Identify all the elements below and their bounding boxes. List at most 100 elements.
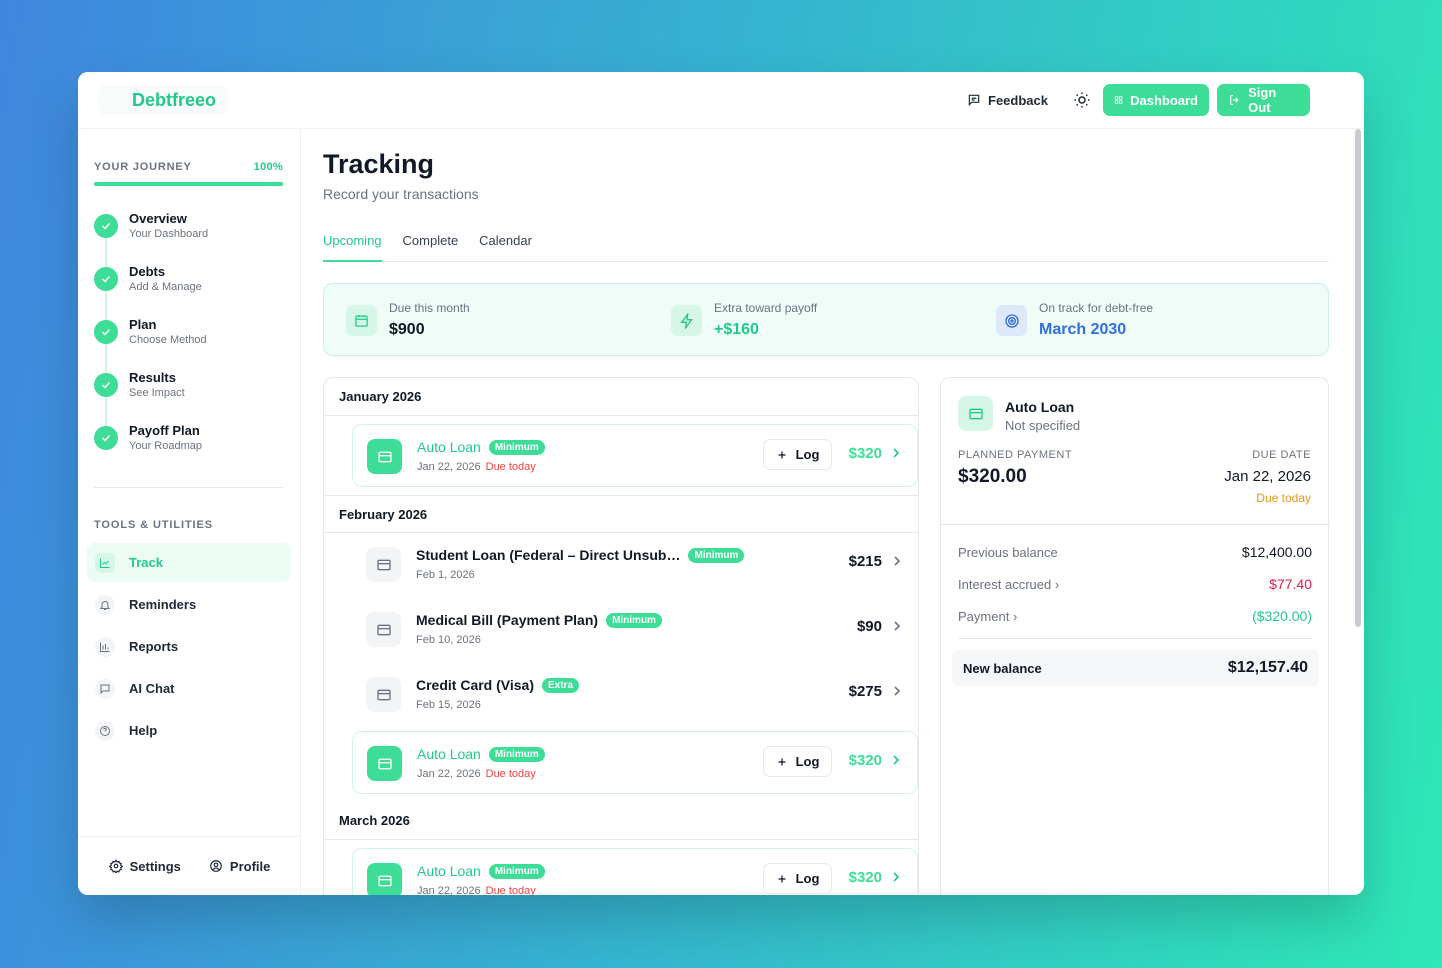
log-button[interactable]: Log — [763, 746, 832, 777]
settings-button[interactable]: Settings — [108, 858, 181, 874]
item-amount: $320 — [848, 752, 882, 769]
brand-logo[interactable]: Debtfreeo — [98, 85, 229, 115]
log-label: Log — [795, 871, 820, 886]
main-content: Tracking Record your transactions Upcomi… — [323, 129, 1330, 895]
step-payoff-plan[interactable]: Payoff Plan Your Roadmap — [94, 423, 284, 476]
list-item[interactable]: Credit Card (Visa) Extra Feb 15, 2026 $27… — [352, 663, 918, 728]
summary-label: Due this month — [389, 301, 470, 315]
item-name: Medical Bill (Payment Plan) — [416, 612, 599, 628]
step-plan[interactable]: Plan Choose Method — [94, 317, 284, 370]
item-date: Feb 10, 2026 — [416, 634, 481, 646]
tab-bar: Upcoming Complete Calendar — [323, 233, 1329, 262]
list-item[interactable]: Student Loan (Federal – Direct Unsub… Min… — [352, 533, 918, 598]
dashboard-button[interactable]: Dashboard — [1103, 84, 1209, 116]
item-date: Jan 22, 2026 — [417, 768, 481, 780]
row-label: New balance — [963, 660, 1042, 676]
month-header: January 2026 — [324, 378, 918, 416]
step-subtitle: Add & Manage — [129, 281, 202, 293]
sun-icon[interactable] — [1073, 91, 1091, 109]
list-item[interactable]: Auto Loan Minimum Jan 22, 2026 Due today L… — [352, 731, 918, 794]
check-icon — [94, 320, 118, 344]
tab-upcoming[interactable]: Upcoming — [323, 233, 382, 262]
vertical-scrollbar[interactable] — [1354, 129, 1362, 895]
due-status: Due today — [1256, 491, 1311, 505]
profile-button[interactable]: Profile — [209, 859, 270, 874]
calendar-icon — [346, 305, 377, 336]
sidebar-footer: Settings Profile — [78, 836, 301, 895]
message-icon — [968, 94, 980, 107]
row-label: Interest accrued › — [958, 577, 1059, 592]
due-status: Due today — [485, 768, 536, 780]
summary-label: Extra toward payoff — [714, 301, 818, 315]
help-circle-icon — [95, 720, 115, 741]
tab-complete[interactable]: Complete — [403, 233, 459, 262]
row-value: $77.40 — [1269, 576, 1312, 592]
check-icon — [94, 373, 118, 397]
sign-out-button[interactable]: Sign Out — [1217, 84, 1310, 116]
step-title: Payoff Plan — [129, 423, 200, 438]
previous-balance-row: Previous balance $12,400.00 — [958, 544, 1312, 560]
log-button[interactable]: Log — [763, 863, 832, 894]
sidebar-item-track[interactable]: Track — [87, 543, 291, 582]
badge: Minimum — [688, 547, 745, 563]
summary-value: $900 — [389, 321, 425, 338]
sidebar-item-help[interactable]: Help — [87, 711, 291, 750]
page-subtitle: Record your transactions — [323, 186, 479, 202]
sidebar-divider — [94, 487, 283, 488]
bell-icon — [95, 594, 115, 615]
settings-label: Settings — [129, 858, 181, 874]
step-title: Results — [129, 370, 176, 385]
card-icon — [366, 547, 401, 582]
sidebar-item-reminders[interactable]: Reminders — [87, 585, 291, 624]
scrollbar-thumb[interactable] — [1355, 129, 1361, 627]
chevron-right-icon[interactable] — [891, 753, 901, 767]
summary-label: On track for debt-free — [1039, 301, 1154, 315]
sidebar-item-reports[interactable]: Reports — [87, 627, 291, 666]
list-item[interactable]: Auto Loan Minimum Jan 22, 2026 Due today L… — [352, 848, 918, 895]
chat-icon — [95, 678, 115, 699]
step-subtitle: Choose Method — [129, 334, 207, 346]
badge: Minimum — [606, 612, 662, 628]
badge: Minimum — [488, 746, 545, 762]
summary-value: March 2030 — [1039, 321, 1127, 338]
chevron-right-icon[interactable] — [891, 446, 901, 460]
journey-percent: 100% — [253, 161, 283, 173]
chevron-right-icon[interactable] — [892, 684, 902, 698]
month-header: March 2026 — [324, 802, 918, 840]
tools-title: TOOLS & UTILITIES — [94, 519, 213, 531]
interest-accrued-row[interactable]: Interest accrued › $77.40 — [958, 576, 1312, 592]
chevron-right-icon[interactable] — [892, 554, 902, 568]
journey-progress-fill — [94, 182, 283, 186]
step-debts[interactable]: Debts Add & Manage — [94, 264, 284, 317]
chevron-right-icon[interactable] — [892, 619, 902, 633]
logout-icon — [1230, 95, 1239, 105]
detail-name: Auto Loan — [1005, 399, 1075, 415]
payment-row[interactable]: Payment › ($320.00) — [958, 608, 1312, 624]
summary-card: Due this month $900 Extra toward payoff +$… — [323, 283, 1329, 356]
gear-icon — [108, 859, 123, 873]
journey-header: YOUR JOURNEY 100% — [94, 161, 283, 173]
step-title: Debts — [129, 264, 166, 279]
step-overview[interactable]: Overview Your Dashboard — [94, 211, 284, 264]
row-value: ($320.00) — [1252, 608, 1312, 624]
card-icon — [366, 612, 401, 647]
step-results[interactable]: Results See Impact — [94, 370, 284, 423]
card-icon — [367, 439, 402, 474]
list-item[interactable]: Medical Bill (Payment Plan) Minimum Feb 1… — [352, 598, 918, 663]
log-button[interactable]: Log — [763, 439, 832, 470]
sidebar-item-ai-chat[interactable]: AI Chat — [87, 669, 291, 708]
step-title: Plan — [129, 317, 157, 332]
card-icon — [366, 677, 401, 712]
step-subtitle: Your Roadmap — [129, 440, 202, 452]
feedback-button[interactable]: Feedback — [967, 89, 1048, 111]
planned-payment-label: PLANNED PAYMENT — [958, 449, 1073, 461]
user-circle-icon — [210, 860, 222, 872]
chevron-right-icon[interactable] — [891, 870, 901, 884]
item-date: Jan 22, 2026 — [417, 885, 481, 895]
log-label: Log — [795, 447, 820, 462]
tab-calendar[interactable]: Calendar — [479, 233, 532, 262]
payment-label: Payment — [958, 608, 1010, 624]
item-date: Jan 22, 2026 — [417, 461, 481, 473]
plus-icon — [778, 451, 786, 458]
list-item[interactable]: Auto Loan Minimum Jan 22, 2026 Due today L… — [352, 424, 918, 487]
